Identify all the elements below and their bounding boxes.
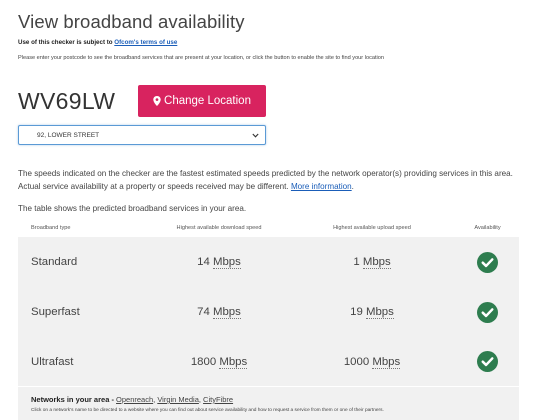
table-body: Standard 14 Mbps 1 Mbps Superfast 74 Mbp… <box>18 237 519 386</box>
terms-prefix: Use of this checker is subject to <box>18 39 115 46</box>
table-row: Superfast 74 Mbps 19 Mbps <box>18 287 519 337</box>
speeds-text: The speeds indicated on the checker are … <box>18 169 513 191</box>
upload-speed-cell: 1 Mbps <box>288 256 456 269</box>
availability-cell <box>456 301 519 323</box>
upload-speed-cell: 19 Mbps <box>288 306 456 319</box>
upload-value: 1000 <box>343 355 370 368</box>
network-link-openreach[interactable]: Openreach <box>116 395 153 404</box>
upload-unit: Mbps <box>365 306 394 319</box>
speeds-end: . <box>351 182 354 191</box>
header-upload-speed: Highest available upload speed <box>333 225 411 231</box>
availability-cell <box>456 251 519 273</box>
networks-section: Networks in your area - Openreach, Virgi… <box>18 387 519 420</box>
download-value: 1800 <box>190 355 217 368</box>
broadband-type-cell: Ultrafast <box>31 355 74 368</box>
page-title: View broadband availability <box>18 11 245 32</box>
download-value: 14 <box>197 256 210 268</box>
terms-notice: Use of this checker is subject to Ofcom'… <box>18 39 524 46</box>
download-unit: Mbps <box>212 306 241 319</box>
check-circle-icon <box>477 301 498 323</box>
upload-unit: Mbps <box>362 256 391 269</box>
broadband-table: Broadband type Highest available downloa… <box>18 219 519 420</box>
address-select[interactable]: 92, LOWER STREET <box>18 125 266 145</box>
upload-unit: Mbps <box>372 355 401 369</box>
check-circle-icon <box>477 351 498 372</box>
map-marker-icon <box>153 96 161 106</box>
table-row: Ultrafast 1800 Mbps 1000 Mbps <box>18 337 519 386</box>
networks-line: Networks in your area - Openreach, Virgi… <box>31 395 519 404</box>
networks-note: Click on a network's name to be directed… <box>31 408 384 413</box>
broadband-type-cell: Superfast <box>31 306 80 318</box>
address-selected-value: 92, LOWER STREET <box>37 131 100 139</box>
table-header: Broadband type Highest available downloa… <box>18 219 519 237</box>
network-link-virgin-media[interactable]: Virgin Media <box>157 395 199 404</box>
table-row: Standard 14 Mbps 1 Mbps <box>18 237 519 287</box>
chevron-down-icon <box>252 133 259 138</box>
upload-value: 1 <box>353 256 360 268</box>
speeds-disclaimer: The speeds indicated on the checker are … <box>18 167 524 193</box>
check-circle-icon <box>477 251 498 273</box>
download-speed-cell: 1800 Mbps <box>150 355 288 369</box>
download-speed-cell: 74 Mbps <box>150 306 288 319</box>
instructions-text: Please enter your postcode to see the br… <box>18 55 384 61</box>
change-location-button[interactable]: Change Location <box>138 85 266 117</box>
availability-cell <box>456 351 519 372</box>
location-row: WV69LW Change Location <box>18 84 524 118</box>
header-availability: Availability <box>474 225 501 231</box>
change-location-label: Change Location <box>164 95 251 107</box>
upload-speed-cell: 1000 Mbps <box>288 355 456 369</box>
network-link-cityfibre[interactable]: CityFibre <box>203 395 233 404</box>
download-unit: Mbps <box>212 256 241 269</box>
upload-value: 19 <box>350 306 363 318</box>
terms-link[interactable]: Ofcom's terms of use <box>114 39 177 46</box>
broadband-type-cell: Standard <box>31 256 78 268</box>
postcode-display: WV69LW <box>18 87 116 114</box>
more-information-link[interactable]: More information <box>291 182 352 191</box>
checker-panel: View broadband availability Use of this … <box>18 10 524 213</box>
download-speed-cell: 14 Mbps <box>150 256 288 269</box>
download-unit: Mbps <box>219 355 248 369</box>
download-value: 74 <box>197 306 210 318</box>
header-download-speed: Highest available download speed <box>176 225 262 231</box>
networks-label: Networks in your area - <box>31 395 117 404</box>
header-broadband-type: Broadband type <box>31 225 71 231</box>
table-intro: The table shows the predicted broadband … <box>18 204 247 213</box>
